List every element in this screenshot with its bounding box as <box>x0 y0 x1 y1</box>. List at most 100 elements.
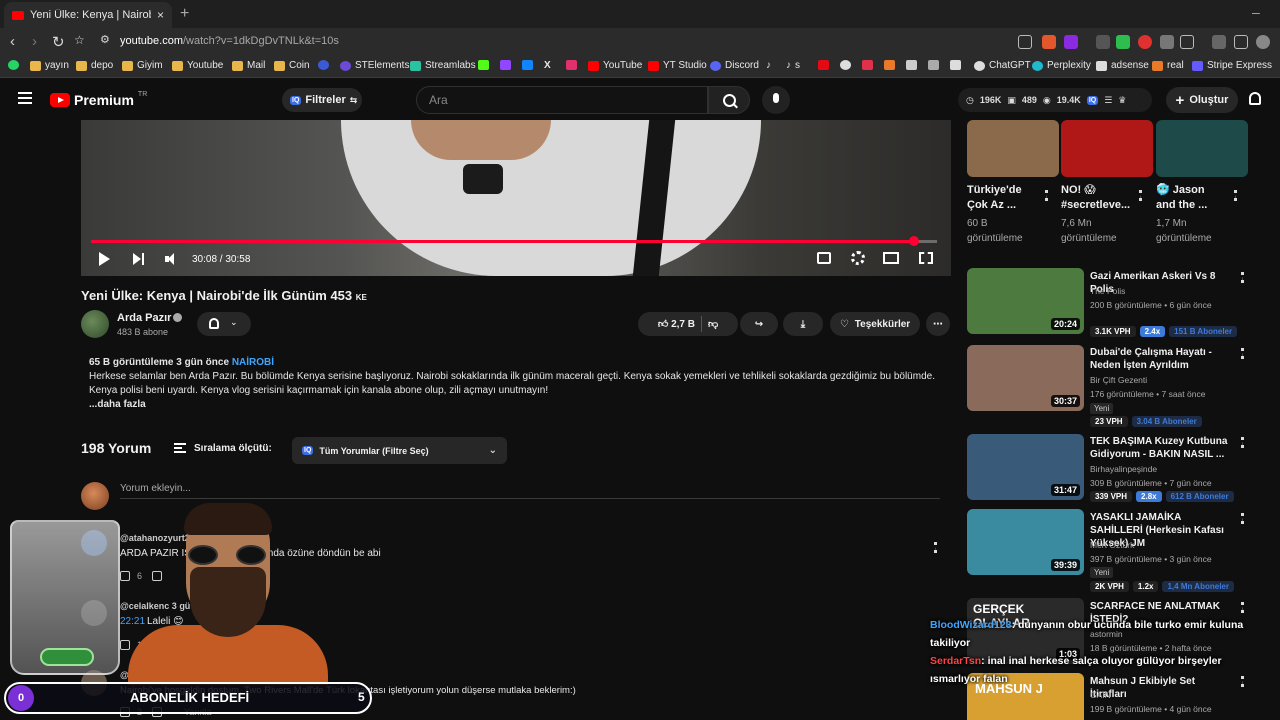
rec-thumbnail[interactable]: 30:37 <box>967 345 1084 411</box>
bookmark-link[interactable] <box>928 60 939 70</box>
extension-icon[interactable] <box>1064 35 1078 49</box>
more-icon[interactable] <box>1241 272 1244 283</box>
search-icon[interactable] <box>708 86 750 114</box>
rec-thumbnail[interactable]: 39:39 <box>967 509 1084 575</box>
bookmark-link[interactable]: YouTube <box>588 60 642 71</box>
extension-icon[interactable] <box>1096 35 1110 49</box>
rec-channel[interactable]: GAİN <box>1090 690 1111 700</box>
bookmark-link[interactable] <box>318 60 329 70</box>
x-icon[interactable]: X <box>544 60 551 71</box>
bookmark-link[interactable]: ♪ s <box>786 60 800 71</box>
more-icon[interactable] <box>1241 437 1244 448</box>
bookmark-folder[interactable]: Giyim <box>122 60 163 71</box>
more-icon[interactable] <box>1234 190 1237 201</box>
url-field[interactable]: youtube.com/watch?v=1dkDgDvTNLk&t=10s <box>120 35 339 47</box>
puzzle-icon[interactable] <box>1160 35 1174 49</box>
bluesky-icon[interactable] <box>522 60 533 70</box>
show-more-link[interactable]: ...daha fazla <box>89 398 943 412</box>
sort-label[interactable]: Sıralama ölçütü: <box>194 443 272 454</box>
shelf-thumbnail[interactable] <box>1061 120 1153 177</box>
bookmark-link[interactable]: STElements <box>340 60 409 71</box>
notifications-bell-icon[interactable] <box>1249 92 1261 105</box>
whatsapp-icon[interactable] <box>8 60 19 70</box>
extension-icon[interactable] <box>1138 35 1152 49</box>
sidebar-icon[interactable] <box>1234 35 1248 49</box>
new-tab-icon[interactable]: + <box>180 5 189 23</box>
more-icon[interactable] <box>1139 190 1142 201</box>
rec-thumbnail[interactable]: 31:47 <box>967 434 1084 500</box>
bookmark-link[interactable]: Stripe Express <box>1192 60 1272 71</box>
comment-more-icon[interactable] <box>934 542 937 553</box>
kick-icon[interactable] <box>478 60 489 70</box>
search-input[interactable]: Ara <box>416 86 708 114</box>
site-info-icon[interactable]: ⚙ <box>100 33 110 46</box>
tab-close-icon[interactable]: × <box>157 8 164 22</box>
shelf-title[interactable]: NO! 😱 #secretleve... <box>1061 183 1131 213</box>
twitch-icon[interactable] <box>500 60 511 70</box>
profile-icon[interactable] <box>1256 35 1270 49</box>
bookmark-star-icon[interactable]: ☆ <box>74 33 85 47</box>
bookmark-folder[interactable]: yayın <box>30 60 69 71</box>
rec-title[interactable]: Dubai'de Çalışma Hayatı - Neden İşten Ay… <box>1090 346 1230 372</box>
fullscreen-icon[interactable] <box>919 252 933 264</box>
volume-icon[interactable] <box>165 253 179 265</box>
bookmark-link[interactable] <box>906 60 917 70</box>
bookmark-link[interactable]: real <box>1152 60 1184 71</box>
extension-icon[interactable] <box>1116 35 1130 49</box>
hashtag-link[interactable]: NAİROBİ <box>232 357 274 368</box>
instagram-icon[interactable] <box>566 60 577 70</box>
video-player[interactable]: 30:08 / 30:58 <box>81 120 951 276</box>
bookmark-folder[interactable]: Mail <box>232 60 265 71</box>
netflix-icon[interactable] <box>818 60 829 70</box>
youtube-logo[interactable]: Premium TR <box>50 91 147 108</box>
settings-gear-icon[interactable] <box>851 251 865 265</box>
back-icon[interactable]: ‹ <box>10 33 15 50</box>
bookmark-link[interactable]: ChatGPT <box>974 60 1031 71</box>
bookmark-link[interactable]: Streamlabs <box>410 60 476 71</box>
media-icon[interactable] <box>1212 35 1226 49</box>
bookmark-link[interactable] <box>950 60 961 70</box>
share-icon[interactable]: ↪ <box>740 312 778 336</box>
dislike-icon[interactable]: 👎︎ <box>708 318 718 330</box>
rec-channel[interactable]: Birhayalinpeşinde <box>1090 464 1157 474</box>
tiktok-icon[interactable]: ♪ <box>766 60 771 71</box>
rec-channel[interactable]: The Polis <box>1090 286 1125 296</box>
more-actions-icon[interactable]: ⋯ <box>926 312 950 336</box>
reload-icon[interactable]: ↻ <box>52 33 65 51</box>
bookmark-link[interactable] <box>884 60 895 70</box>
more-icon[interactable] <box>1241 513 1244 524</box>
channel-avatar[interactable] <box>81 310 109 338</box>
download-icon[interactable]: ⤓ <box>783 312 823 336</box>
more-icon[interactable] <box>1241 348 1244 359</box>
description-box[interactable]: 65 B görüntüleme 3 gün önce NAİROBİ Herk… <box>81 350 951 420</box>
cast-icon[interactable] <box>1018 35 1032 49</box>
more-icon[interactable] <box>1045 190 1048 201</box>
like-button[interactable]: 👍︎ 2,7 B <box>658 318 695 330</box>
shelf-title[interactable]: Türkiye'de Çok Az ... <box>967 183 1037 213</box>
filters-button[interactable]: IQ Filtreler ⇆ <box>282 88 362 112</box>
brave-shield-icon[interactable] <box>1042 35 1056 49</box>
vidiq-stats-pill[interactable]: ◷ 196K ▣ 489 ◉ 19.4K IQ ☰ ♛ <box>958 88 1152 112</box>
bookmark-link[interactable] <box>840 60 851 70</box>
create-button[interactable]: + Oluştur <box>1166 87 1238 113</box>
minimize-icon[interactable]: – <box>1252 4 1260 20</box>
sort-icon[interactable] <box>174 443 186 453</box>
rec-title[interactable]: TEK BAŞIMA Kuzey Kutbuna Gidiyorum - BAK… <box>1090 435 1230 461</box>
rec-channel[interactable]: Mert Öztürk <box>1090 540 1134 550</box>
shelf-thumbnail[interactable] <box>1156 120 1248 177</box>
bookmark-link[interactable]: YT Studio <box>648 60 707 71</box>
browser-tab[interactable]: Yeni Ülke: Kenya | Nairobi'de İlk × <box>4 2 172 28</box>
bookmark-link[interactable]: Discord <box>710 60 759 71</box>
shelf-title[interactable]: 🥶 Jason and the ... <box>1156 183 1226 213</box>
forward-icon[interactable]: › <box>32 33 37 50</box>
shelf-thumbnail[interactable] <box>967 120 1059 177</box>
thanks-button[interactable]: ♡ Teşekkürler <box>830 312 920 336</box>
mic-icon[interactable] <box>762 86 790 114</box>
rec-thumbnail[interactable]: 20:24 <box>967 268 1084 334</box>
channel-name[interactable]: Arda Pazır <box>117 312 171 324</box>
bookmark-folder[interactable]: depo <box>76 60 113 71</box>
menu-icon[interactable] <box>18 92 32 104</box>
next-icon[interactable] <box>133 253 145 265</box>
bookmark-link[interactable] <box>862 60 873 70</box>
rec-channel[interactable]: Bir Çift Gezenti <box>1090 375 1147 385</box>
